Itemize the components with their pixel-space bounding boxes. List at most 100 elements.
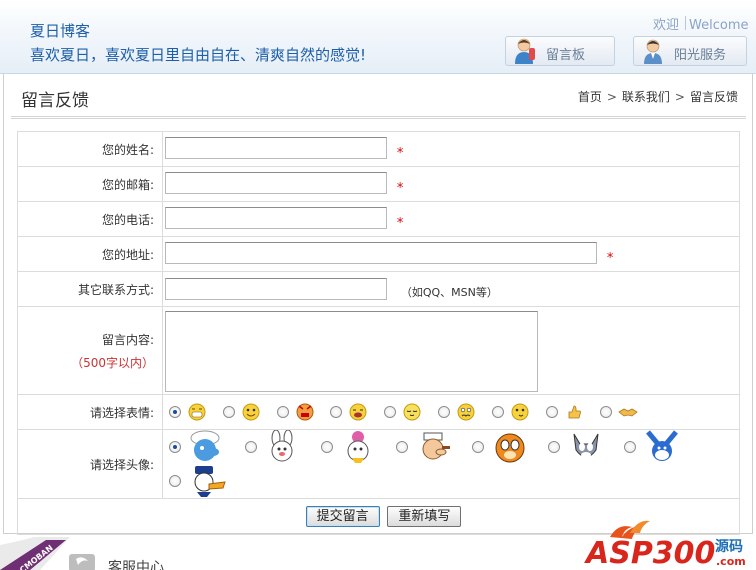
reset-form-button[interactable]: 重新填写 bbox=[387, 506, 462, 527]
avatar-radio[interactable] bbox=[320, 441, 333, 453]
emotion-option[interactable] bbox=[545, 403, 596, 421]
other-contact-input[interactable] bbox=[165, 278, 387, 300]
user-icon bbox=[515, 38, 535, 64]
welcome-cn: 欢迎 bbox=[653, 18, 680, 33]
avatar-radio[interactable] bbox=[472, 441, 485, 453]
avatar-option[interactable] bbox=[169, 464, 241, 498]
breadcrumb: 首页 > 联系我们 > 留言反馈 bbox=[578, 88, 738, 105]
email-input[interactable] bbox=[165, 172, 387, 195]
guestbook-button[interactable]: 留言板 bbox=[505, 36, 615, 66]
required-mark: * bbox=[396, 215, 404, 231]
form-row-other-contact: 其它联系方式: （如QQ、MSN等） bbox=[17, 271, 740, 307]
address-input[interactable] bbox=[165, 242, 597, 265]
welcome-en: Welcome bbox=[689, 18, 749, 33]
other-contact-hint: （如QQ、MSN等） bbox=[400, 285, 498, 299]
donald-duck-avatar-icon bbox=[194, 466, 226, 497]
avatar-option[interactable] bbox=[623, 430, 696, 464]
page-title: 留言反馈 bbox=[21, 91, 89, 111]
logo-text: ASP300 bbox=[584, 536, 715, 570]
emotion-radio[interactable] bbox=[491, 406, 504, 418]
emotion-option[interactable] bbox=[169, 403, 219, 421]
form-row-email: 您的邮箱: * bbox=[17, 166, 740, 202]
emotion-option[interactable] bbox=[438, 403, 488, 421]
form-row-emotion: 请选择表情: bbox=[17, 394, 740, 430]
welcome-text: 欢迎 Welcome bbox=[653, 14, 748, 33]
form-row-message: 留言内容: （500字以内） bbox=[17, 306, 740, 395]
avatar-option[interactable] bbox=[548, 430, 620, 464]
emotion-radio[interactable] bbox=[222, 406, 235, 418]
avatar-radio[interactable] bbox=[169, 475, 181, 487]
service-label: 阳光服务 bbox=[674, 48, 727, 63]
phone-input[interactable] bbox=[165, 207, 387, 230]
welcome-divider bbox=[685, 16, 686, 30]
breadcrumb-home[interactable]: 首页 bbox=[578, 90, 602, 104]
avatar-radio[interactable] bbox=[548, 441, 561, 453]
site-header: 夏日博客 喜欢夏日，喜欢夏日里自由自在、清爽自然的感觉! 欢迎 Welcome 留… bbox=[0, 0, 756, 74]
laugh-emoticon-icon bbox=[511, 403, 529, 421]
logo-domain: .com bbox=[716, 555, 746, 568]
avatar-options bbox=[162, 429, 740, 499]
girl-mouse-avatar-icon bbox=[347, 431, 369, 463]
cmoban-corner-ribbon: CMOBAN bbox=[0, 537, 70, 570]
email-label: 您的邮箱: bbox=[17, 166, 163, 202]
required-mark: * bbox=[396, 145, 404, 161]
handshake-icon bbox=[617, 408, 638, 417]
emotion-option[interactable] bbox=[276, 403, 327, 421]
emotion-radio[interactable] bbox=[276, 406, 289, 418]
thumbs-up-icon bbox=[568, 405, 581, 419]
site-title[interactable]: 夏日博客 bbox=[30, 20, 90, 41]
avatar-option[interactable] bbox=[472, 430, 544, 464]
address-label: 您的地址: bbox=[17, 236, 163, 272]
avatar-label: 请选择头像: bbox=[17, 429, 163, 499]
form-row-name: 您的姓名: * bbox=[17, 131, 740, 167]
emotion-option[interactable] bbox=[599, 403, 650, 421]
avatar-radio[interactable] bbox=[244, 441, 257, 453]
avatar-radio[interactable] bbox=[169, 441, 181, 453]
avatar-option[interactable] bbox=[396, 430, 468, 464]
sunshine-service-button[interactable]: 阳光服务 bbox=[633, 36, 747, 66]
name-input[interactable] bbox=[165, 137, 387, 160]
logo-suffix: 源码 bbox=[715, 538, 743, 555]
emotion-option[interactable] bbox=[222, 403, 273, 421]
emotion-radio[interactable] bbox=[599, 406, 612, 418]
emotion-radio[interactable] bbox=[330, 406, 343, 418]
avatar-option[interactable] bbox=[169, 430, 241, 464]
service-agent-icon bbox=[644, 39, 662, 64]
message-textarea[interactable] bbox=[165, 311, 538, 392]
emotion-option[interactable] bbox=[491, 403, 542, 421]
customer-service-label[interactable]: 客服中心 bbox=[108, 557, 164, 570]
avatar-radio[interactable] bbox=[396, 441, 409, 453]
grin-emoticon-icon bbox=[188, 403, 206, 421]
emotion-radio[interactable] bbox=[384, 406, 397, 418]
emotion-radio[interactable] bbox=[438, 406, 451, 418]
popeye-avatar-icon bbox=[422, 432, 451, 460]
smile-emoticon-icon bbox=[242, 403, 260, 421]
name-label: 您的姓名: bbox=[17, 131, 163, 167]
guestbook-label: 留言板 bbox=[546, 48, 586, 63]
message-limit: （500字以内） bbox=[71, 355, 154, 370]
other-contact-label: 其它联系方式: bbox=[17, 271, 163, 307]
required-mark: * bbox=[396, 180, 404, 196]
avatar-option[interactable] bbox=[244, 430, 317, 464]
asp300-logo: ASP300 源码 .com bbox=[584, 520, 746, 570]
breadcrumb-separator: > bbox=[674, 90, 685, 104]
emotion-radio[interactable] bbox=[545, 406, 558, 418]
tom-cat-avatar-icon bbox=[573, 433, 599, 458]
submit-message-button[interactable]: 提交留言 bbox=[305, 506, 380, 527]
site-slogan: 喜欢夏日，喜欢夏日里自由自在、清爽自然的感觉! bbox=[30, 46, 367, 64]
avatar-option[interactable] bbox=[320, 430, 393, 464]
sleepy-emoticon-icon bbox=[403, 403, 421, 421]
breadcrumb-contact[interactable]: 联系我们 bbox=[622, 90, 670, 104]
title-divider bbox=[11, 116, 746, 119]
worried-emoticon-icon bbox=[457, 403, 475, 421]
message-label: 留言内容: bbox=[101, 332, 154, 347]
message-label-cell: 留言内容: （500字以内） bbox=[17, 306, 163, 395]
smurf-avatar-icon bbox=[190, 430, 220, 461]
form-row-address: 您的地址: * bbox=[17, 236, 740, 272]
emotion-radio[interactable] bbox=[169, 406, 181, 418]
emotion-option[interactable] bbox=[330, 403, 380, 421]
avatar-radio[interactable] bbox=[623, 441, 636, 453]
emotion-option[interactable] bbox=[384, 403, 434, 421]
content-panel: 留言反馈 首页 > 联系我们 > 留言反馈 您的姓名: * 您的邮箱: * 您的电话: … bbox=[3, 74, 753, 535]
emotion-label: 请选择表情: bbox=[17, 394, 163, 430]
